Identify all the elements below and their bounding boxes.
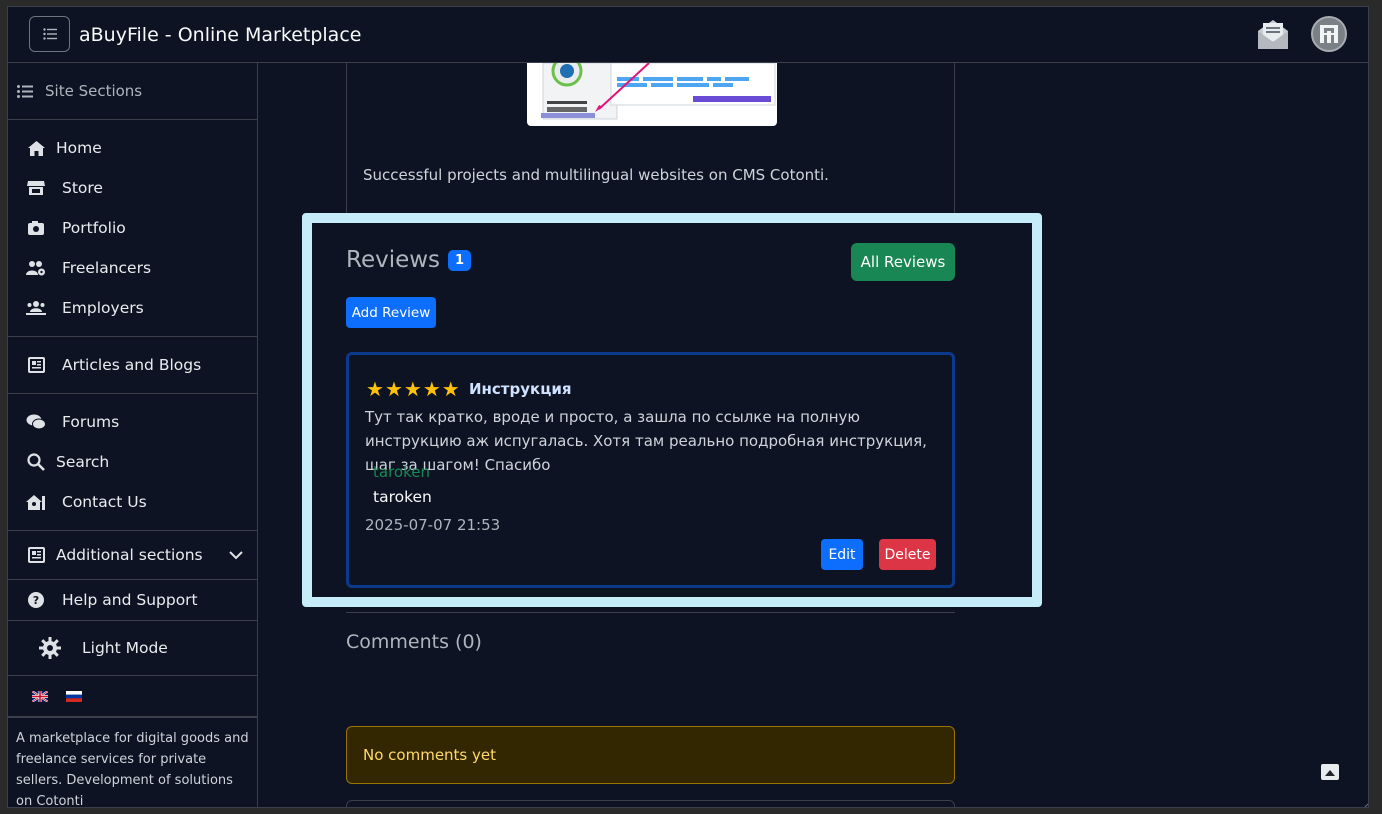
review-author-name: taroken [373,488,432,506]
no-comments-alert: No comments yet [346,726,955,784]
gear-icon [38,637,62,659]
sidebar-item-contact[interactable]: Contact Us [8,482,257,522]
screen-frame: aBuyFile - Online Marketplace Site Secti… [0,0,1382,814]
list-icon [17,84,33,98]
sidebar-group-community: Forums Search Contact Us [8,394,257,531]
sidebar-item-freelancers[interactable]: Freelancers [8,248,257,288]
sidebar-item-additional[interactable]: Additional sections [8,535,257,575]
language-switcher [8,676,257,718]
sidebar: Site Sections Home Store Portfolio Freel… [8,63,258,808]
search-icon [24,453,48,471]
review-card: ★ ★ ★ ★ ★ Инструкция Тут так кратко, вро… [346,352,955,588]
top-navbar: aBuyFile - Online Marketplace [8,7,1368,63]
edit-review-button[interactable]: Edit [821,539,863,570]
review-date: 2025-07-07 21:53 [365,516,501,534]
app-title[interactable]: aBuyFile - Online Marketplace [79,24,361,46]
all-reviews-button[interactable]: All Reviews [851,243,955,281]
add-review-button[interactable]: Add Review [346,297,436,328]
site-description: A marketplace for digital goods and free… [16,731,249,808]
star-icon: ★ [403,377,422,401]
project-description: Successful projects and multilingual web… [363,166,829,184]
project-card: Successful projects and multilingual web… [346,63,955,213]
list-icon [42,28,57,40]
browser-window: aBuyFile - Online Marketplace Site Secti… [7,6,1369,808]
sidebar-item-store[interactable]: Store [8,168,257,208]
store-icon [24,180,48,196]
sidebar-group-main: Home Store Portfolio Freelancers Employe… [8,120,257,337]
house-user-icon [24,494,48,511]
envelope-open-icon[interactable] [1256,17,1290,51]
scroll-to-top-button[interactable] [1321,764,1339,780]
caret-up-icon [1325,769,1335,776]
star-icon: ★ [441,377,460,401]
sidebar-item-employers[interactable]: Employers [8,288,257,328]
sidebar-item-label: Store [62,179,103,197]
sidebar-group-additional: Additional sections [8,531,257,580]
people-icon [24,300,48,316]
sidebar-heading: Site Sections [8,63,257,120]
review-author-link[interactable]: taroken [373,463,430,481]
sidebar-heading-label: Site Sections [45,82,143,100]
sidebar-item-label: Additional sections [56,546,203,564]
camera-icon [24,220,48,236]
sidebar-item-home[interactable]: Home [8,128,257,168]
sidebar-item-label: Articles and Blogs [62,356,202,374]
ru-flag-icon[interactable] [66,690,82,702]
sidebar-item-label: Home [56,139,102,157]
sidebar-group-help: ? Help and Support [8,580,257,621]
question-circle-icon: ? [24,591,48,609]
uk-flag-icon[interactable] [32,690,48,702]
sidebar-item-label: Help and Support [62,591,198,609]
chevron-down-icon [229,546,243,564]
sidebar-item-label: Search [56,453,110,471]
sidebar-item-help[interactable]: ? Help and Support [8,580,257,620]
sidebar-item-articles[interactable]: Articles and Blogs [8,345,257,385]
section-divider [346,612,955,613]
home-icon [24,140,48,157]
delete-review-button[interactable]: Delete [879,539,936,570]
light-mode-label: Light Mode [82,639,168,657]
sidebar-item-search[interactable]: Search [8,442,257,482]
user-avatar[interactable] [1311,16,1347,52]
review-title: Инструкция [469,380,572,398]
sidebar-item-label: Forums [62,413,120,431]
sidebar-group-theme: Light Mode [8,621,257,676]
users-gear-icon [24,260,48,276]
comments-icon [24,414,48,430]
sidebar-item-label: Portfolio [62,219,126,237]
sidebar-item-label: Contact Us [62,493,147,511]
star-icon: ★ [422,377,441,401]
rating-stars: ★ ★ ★ ★ ★ [366,379,460,399]
project-preview-image[interactable] [527,63,777,126]
reviews-count-badge: 1 [448,249,472,271]
sidebar-item-forums[interactable]: Forums [8,402,257,442]
reviews-title: Reviews [346,247,441,273]
sidebar-item-label: Employers [62,299,144,317]
star-icon: ★ [366,377,384,401]
comments-heading: Comments (0) [346,631,482,653]
newspaper-icon [24,547,48,563]
sidebar-toggle-button[interactable] [29,16,70,52]
svg-text:?: ? [33,594,39,607]
sidebar-group-articles: Articles and Blogs [8,337,257,394]
reviews-heading: Reviews 1 [346,247,472,273]
review-body: Тут так кратко, вроде и просто, а зашла … [365,408,927,474]
newspaper-icon [24,357,48,373]
sidebar-item-label: Freelancers [62,259,152,277]
sidebar-item-portfolio[interactable]: Portfolio [8,208,257,248]
star-icon: ★ [384,377,403,401]
comment-form-box [346,800,955,807]
light-mode-toggle[interactable]: Light Mode [8,628,257,668]
resize-handle-icon[interactable] [1358,797,1368,807]
